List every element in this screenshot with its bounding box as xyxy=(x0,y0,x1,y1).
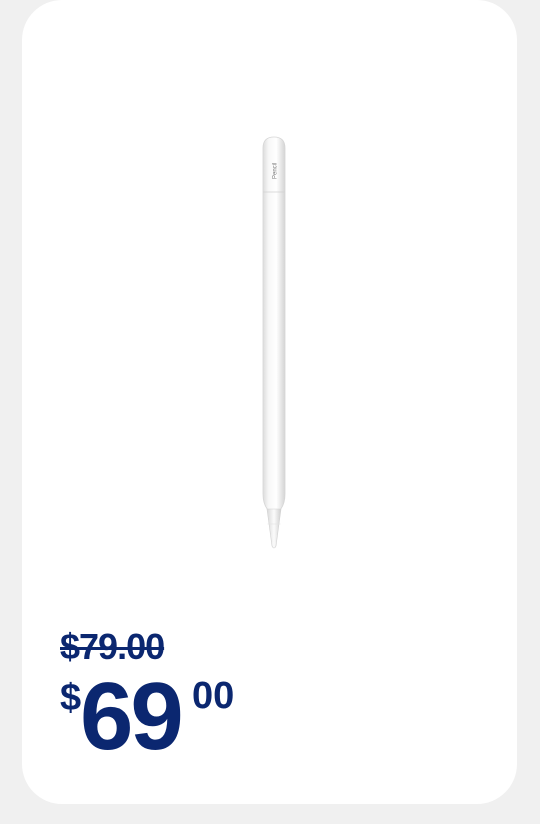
product-card[interactable]: Pencil $79.00 $ 69 00 xyxy=(22,0,517,804)
currency-symbol: $ xyxy=(60,677,82,719)
apple-pencil-image: Pencil xyxy=(262,136,286,549)
price-cents: 00 xyxy=(192,675,235,717)
pencil-engraving: Pencil xyxy=(273,163,279,179)
price-block: $79.00 $ 69 00 xyxy=(60,620,234,776)
price-dollars: 69 xyxy=(80,663,184,770)
sale-price: $ 69 00 xyxy=(60,663,234,776)
